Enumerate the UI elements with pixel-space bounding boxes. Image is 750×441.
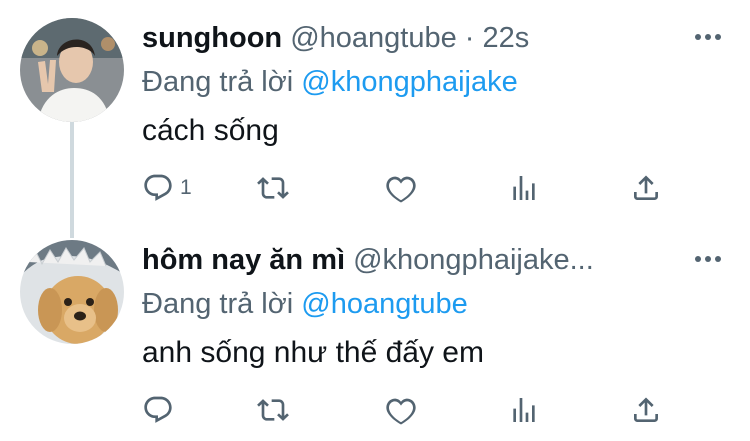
more-icon	[695, 256, 721, 262]
analytics-icon	[513, 176, 535, 200]
replying-to-label: Đang trả lời	[142, 288, 294, 320]
share-icon	[634, 397, 658, 422]
retweet-icon	[257, 177, 289, 199]
more-options-button[interactable]	[694, 244, 722, 274]
reply-button[interactable]: 1	[142, 168, 192, 208]
tweet-text: anh sống như thế đấy em	[142, 336, 484, 369]
user-handle[interactable]: @hoangtube	[290, 22, 457, 54]
more-icon	[695, 34, 721, 40]
like-button[interactable]	[385, 390, 417, 430]
user-handle[interactable]: @khongphaijake...	[353, 244, 594, 276]
separator-dot: ·	[464, 22, 475, 54]
reply-mention-link[interactable]: @khongphaijake	[301, 66, 517, 98]
like-icon	[386, 176, 416, 203]
display-name[interactable]: sunghoon	[142, 22, 282, 54]
reply-icon	[144, 174, 172, 201]
tweet-1[interactable]: sunghoon @hoangtube · 22s Đang trả lời @…	[0, 18, 750, 238]
tweet-2[interactable]: hôm nay ăn mì @khongphaijake... Đang trả…	[0, 240, 750, 440]
tweet-actions: 1	[0, 168, 750, 208]
share-button[interactable]	[630, 390, 662, 430]
tweet-actions	[0, 390, 750, 430]
retweet-button[interactable]	[257, 390, 289, 430]
reply-count: 1	[180, 176, 192, 199]
display-name[interactable]: hôm nay ăn mì	[142, 244, 345, 276]
reply-button[interactable]	[142, 390, 174, 430]
tweet-header: sunghoon @hoangtube · 22s	[142, 18, 682, 58]
tweet-header: hôm nay ăn mì @khongphaijake...	[142, 240, 682, 280]
more-options-button[interactable]	[694, 22, 722, 52]
avatar[interactable]	[20, 18, 124, 122]
replying-to: Đang trả lời @khongphaijake	[142, 62, 518, 102]
like-button[interactable]	[385, 168, 417, 208]
retweet-button[interactable]	[257, 168, 289, 208]
analytics-icon	[513, 398, 535, 422]
avatar[interactable]	[20, 240, 124, 344]
reply-mention-link[interactable]: @hoangtube	[301, 288, 468, 320]
retweet-icon	[257, 399, 289, 421]
analytics-button[interactable]	[508, 390, 540, 430]
replying-to: Đang trả lời @hoangtube	[142, 284, 468, 324]
share-button[interactable]	[630, 168, 662, 208]
reply-icon	[144, 396, 172, 423]
analytics-button[interactable]	[508, 168, 540, 208]
timestamp[interactable]: 22s	[483, 22, 530, 54]
replying-to-label: Đang trả lời	[142, 66, 294, 98]
tweet-text: cách sống	[142, 114, 279, 147]
like-icon	[386, 398, 416, 425]
share-icon	[634, 175, 658, 200]
